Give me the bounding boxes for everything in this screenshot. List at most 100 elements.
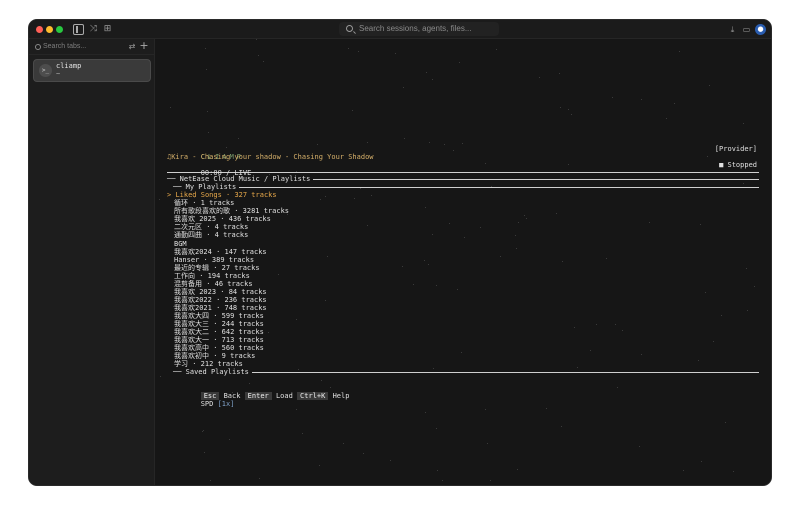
playlist-label: 工作向 · 194 tracks: [174, 271, 250, 280]
playlist-label: 我喜欢2021 · 748 tracks: [174, 303, 267, 312]
app-window: ⤨ ⊞ Search sessions, agents, files... ⤓ …: [28, 19, 772, 486]
star-dot: [202, 431, 203, 432]
star-dot: [612, 97, 613, 98]
playlist-item[interactable]: 我喜欢大四 · 599 tracks: [167, 312, 759, 320]
star-dot: [725, 422, 726, 423]
star-dot: [238, 138, 239, 139]
star-dot: [462, 143, 463, 144]
star-dot: [206, 69, 207, 70]
playlist-label: BGM: [174, 239, 187, 248]
playlist-item[interactable]: 混剪备用 · 46 tracks: [167, 280, 759, 288]
speed-value: [1x]: [217, 400, 235, 409]
download-icon[interactable]: ⤓: [727, 24, 738, 35]
playlist-label: 我喜欢大二 · 642 tracks: [174, 328, 264, 337]
global-search-input[interactable]: Search sessions, agents, files...: [339, 22, 499, 36]
filter-icon[interactable]: ⇄: [127, 41, 137, 53]
playlist-item[interactable]: 我喜欢2022 · 236 tracks: [167, 296, 759, 304]
star-dot: [485, 409, 486, 410]
my-playlists-heading: My Playlists: [185, 183, 237, 192]
terminal-output: CLIAMP [Provider] ♫Kira - Chasing your s…: [167, 145, 759, 409]
keybind-hints: Esc Back Enter Load Ctrl+K Help: [167, 384, 759, 401]
shuffle-icon[interactable]: ⤨: [88, 24, 99, 35]
playlist-item[interactable]: Hanser · 389 tracks: [167, 256, 759, 264]
star-dot: [733, 471, 734, 472]
star-dot: [437, 470, 438, 471]
sidebar-tab-cliamp[interactable]: >_ cliamp ~: [33, 59, 151, 82]
tab-search-input[interactable]: Search tabs...: [43, 41, 86, 53]
playlist-label: 我喜欢大一 · 713 tracks: [174, 336, 264, 345]
playlist-label: 我喜欢 2023 · 84 tracks: [174, 287, 267, 296]
terminal-pane[interactable]: CLIAMP [Provider] ♫Kira - Chasing your s…: [155, 39, 771, 485]
star-dot: [683, 470, 684, 471]
new-tab-plus-icon[interactable]: +: [139, 40, 149, 52]
sidebar: Search tabs... ⇄ + >_ cliamp ~: [29, 39, 155, 485]
playlist-item[interactable]: 工作向 · 194 tracks: [167, 272, 759, 280]
star-dot: [560, 107, 561, 108]
star-dot: [159, 199, 160, 200]
playlist-item[interactable]: 我喜欢 2023 · 84 tracks: [167, 288, 759, 296]
star-dot: [432, 79, 433, 80]
speed-label: SPD: [200, 400, 214, 409]
star-dot: [459, 62, 460, 63]
star-dot: [442, 480, 443, 481]
playlist-label: 混剪备用 · 46 tracks: [174, 279, 253, 288]
playlist-item[interactable]: BGM: [167, 240, 759, 248]
star-dot: [490, 480, 491, 481]
avatar[interactable]: ●: [755, 24, 766, 35]
star-dot: [487, 443, 488, 444]
star-dot: [559, 73, 560, 74]
selection-cursor: >: [167, 191, 172, 200]
playlist-item[interactable]: 我喜欢大一 · 713 tracks: [167, 336, 759, 344]
star-dot: [546, 408, 547, 409]
playlist-item[interactable]: 通勤四曲 · 4 tracks: [167, 231, 759, 239]
inbox-icon[interactable]: ▭: [741, 24, 752, 35]
playlist-label: 我喜欢初中 · 9 tracks: [174, 352, 256, 361]
playlist-item[interactable]: 学习 · 212 tracks: [167, 360, 759, 368]
sidebar-toggle-icon[interactable]: [73, 24, 84, 35]
playlist-item[interactable]: 我喜欢大三 · 244 tracks: [167, 320, 759, 328]
saved-playlists-heading[interactable]: Saved Playlists: [186, 368, 249, 376]
playlist-item[interactable]: 我喜欢大二 · 642 tracks: [167, 328, 759, 336]
minimize-window-button[interactable]: [46, 26, 53, 33]
playlist-item[interactable]: 二次元区 · 4 tracks: [167, 223, 759, 231]
playlist-list: > Liked Songs · 327 tracks 循环 · 1 tracks 所…: [167, 191, 759, 368]
star-dot: [674, 103, 675, 104]
grid-icon[interactable]: ⊞: [102, 24, 113, 35]
sidebar-divider: [29, 54, 155, 55]
star-dot: [539, 77, 540, 78]
star-dot: [207, 111, 208, 112]
playback-status: ■ Stopped: [719, 161, 757, 170]
provider-button[interactable]: [Provider]: [715, 145, 757, 153]
playlist-item[interactable]: > Liked Songs · 327 tracks: [167, 191, 759, 199]
star-dot: [436, 428, 437, 429]
star-dot: [404, 138, 405, 139]
playlist-item[interactable]: 我喜欢2021 · 748 tracks: [167, 304, 759, 312]
global-search-placeholder: Search sessions, agents, files...: [359, 24, 472, 33]
star-dot: [426, 72, 427, 73]
star-dot: [679, 51, 680, 52]
star-dot: [319, 465, 320, 466]
playlist-item[interactable]: 我喜欢2024 · 147 tracks: [167, 248, 759, 256]
playlist-item[interactable]: 我喜欢高中 · 560 tracks: [167, 344, 759, 352]
playlist-label: 最近的专辑 · 27 tracks: [174, 263, 260, 272]
star-dot: [259, 478, 260, 479]
star-dot: [666, 118, 667, 119]
speed-indicator: SPD [1x]: [167, 392, 759, 408]
terminal-icon: >_: [39, 64, 52, 77]
playlist-item[interactable]: 最近的专辑 · 27 tracks: [167, 264, 759, 272]
star-dot: [561, 426, 562, 427]
star-dot: [641, 99, 642, 100]
playlist-label: 我喜欢大三 · 244 tracks: [174, 319, 264, 328]
star-dot: [229, 439, 230, 440]
star-dot: [367, 142, 368, 143]
now-playing: ♫Kira - Chasing your shadow - Chasing Yo…: [167, 153, 374, 162]
close-window-button[interactable]: [36, 26, 43, 33]
tab-subtitle: ~: [56, 70, 61, 78]
star-dot: [352, 110, 353, 111]
maximize-window-button[interactable]: [56, 26, 63, 33]
star-dot: [203, 430, 204, 431]
star-dot: [568, 109, 569, 110]
playlist-item[interactable]: 我喜欢 2025 · 436 tracks: [167, 215, 759, 223]
star-dot: [210, 480, 211, 481]
playlist-item[interactable]: 我喜欢初中 · 9 tracks: [167, 352, 759, 360]
